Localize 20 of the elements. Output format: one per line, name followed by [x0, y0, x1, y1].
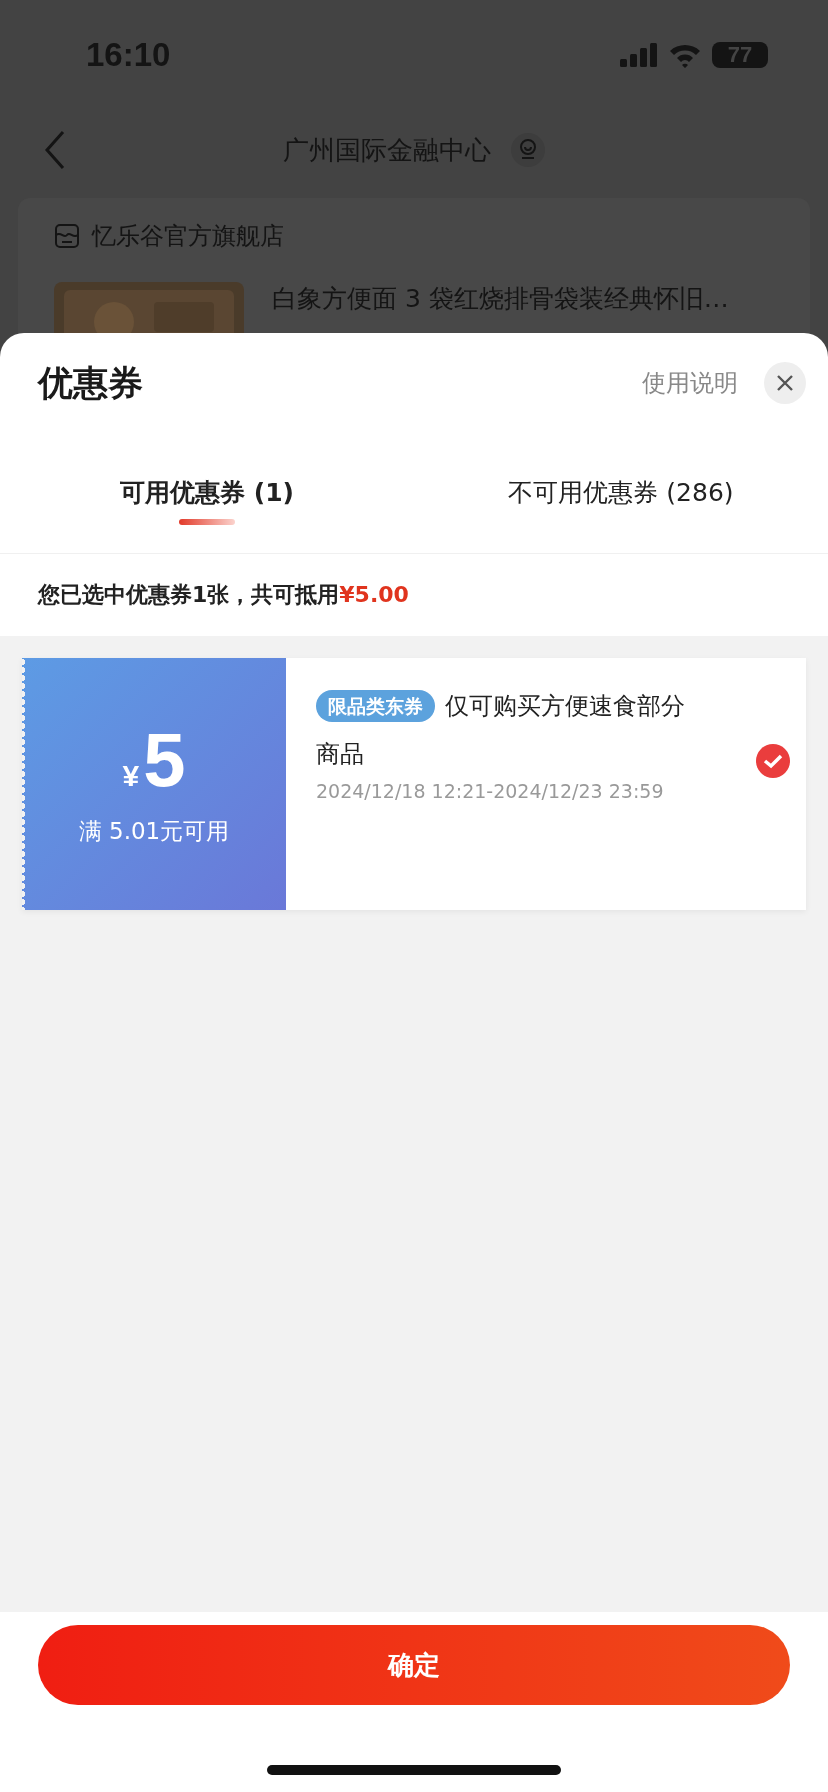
wifi-icon [668, 42, 702, 68]
confirm-button[interactable]: 确定 [38, 1625, 790, 1705]
selection-summary: 您已选中优惠券1张，共可抵用¥5.00 [38, 581, 409, 609]
usage-instructions-link[interactable]: 使用说明 [642, 367, 738, 399]
coupon-tab[interactable]: 可用优惠券 (1) [120, 475, 294, 509]
sheet-title: 优惠券 [38, 361, 144, 405]
tab-underline [179, 518, 235, 525]
coupon-condition: 满 5.01元可用 [78, 816, 230, 846]
close-icon[interactable] [776, 374, 794, 392]
coupon-tag: 限品类东券 [316, 690, 435, 722]
coupon-validity: 2024/12/18 12:21-2024/12/23 23:59 [316, 780, 665, 802]
store-icon [54, 223, 80, 249]
coupon-description: 仅可购买方便速食部分 [445, 691, 685, 722]
coupon-description: 商品 [316, 739, 364, 770]
coupon-card[interactable]: ¥5 满 5.01元可用 限品类东券 仅可购买方便速食部分 商品 2024/12/18 12:21-2024/12/23 23:59 [22, 658, 806, 910]
check-icon[interactable] [756, 744, 790, 778]
coupon-value: ¥5 [122, 721, 186, 798]
coupon-tab[interactable]: 不可用优惠券 (286) [508, 475, 734, 509]
signal-icon [620, 43, 658, 67]
close-button[interactable] [764, 362, 806, 404]
